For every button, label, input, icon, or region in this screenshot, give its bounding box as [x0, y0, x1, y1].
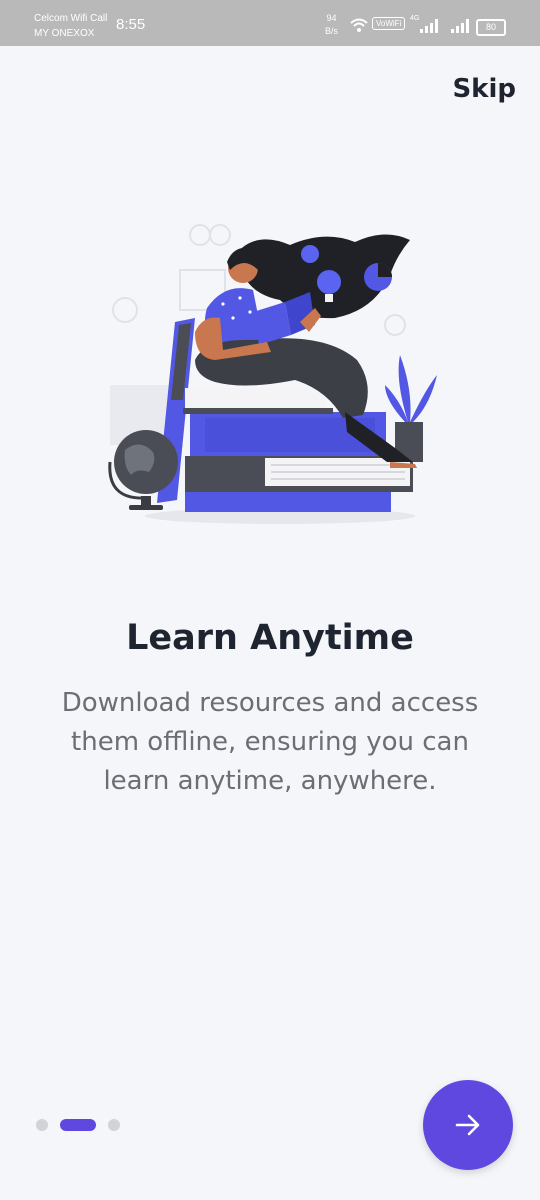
- vowifi-badge: VoWiFi: [372, 17, 406, 30]
- network-speed: 94 B/s: [325, 12, 338, 38]
- status-bar: Celcom Wifi Call MY ONEXOX 8:55 94 B/s V…: [0, 0, 540, 46]
- signal-strength-icon-2: [451, 19, 469, 33]
- lte-label: 4G: [410, 15, 420, 22]
- network-speed-value: 94: [326, 13, 337, 23]
- carrier-line-2: MY ONEXOX: [34, 28, 95, 39]
- page-dot-2-active: [60, 1119, 96, 1131]
- carrier-info: Celcom Wifi Call MY ONEXOX: [34, 11, 107, 41]
- woman-reading-on-books-illustration: [108, 224, 437, 524]
- status-icons: VoWiFi 4G 80: [350, 15, 520, 37]
- onboarding-title: Learn Anytime: [126, 618, 414, 658]
- signal-strength-icon: [420, 19, 438, 33]
- onboarding-description: Download resources and access them offli…: [61, 688, 479, 796]
- battery-icon: 80: [476, 19, 506, 36]
- status-time: 8:55: [116, 16, 146, 33]
- arrow-right-icon: [455, 1114, 480, 1136]
- wifi-icon: [350, 18, 368, 32]
- page-dot-3: [108, 1119, 120, 1131]
- network-speed-unit: B/s: [325, 26, 339, 36]
- carrier-line-1: Celcom Wifi Call: [34, 13, 108, 24]
- skip-button[interactable]: Skip: [452, 74, 516, 104]
- page-dot-1: [36, 1119, 48, 1131]
- next-button[interactable]: [423, 1080, 513, 1170]
